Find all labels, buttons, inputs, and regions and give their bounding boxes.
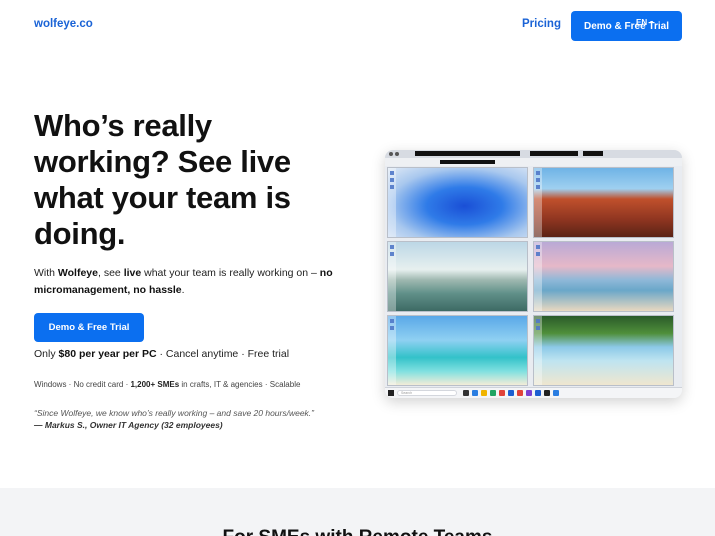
top-navigation: wolfeye.co Pricing Demo & Free Trial EN … (0, 0, 715, 52)
taskbar-app-icon (526, 390, 532, 396)
testimonial-author: — Markus S., Owner IT Agency (32 employe… (34, 420, 223, 430)
desktop-icons (388, 242, 396, 311)
facts-part: in crafts, IT & agencies · Scalable (179, 380, 301, 389)
taskbar-app-icon (499, 390, 505, 396)
taskbar-app-icon (463, 390, 469, 396)
browser-toolbar (385, 158, 682, 166)
price-emphasis: $80 per year per PC (58, 348, 157, 360)
window-button-icon (395, 152, 399, 156)
language-switcher[interactable]: EN ▾ (636, 14, 653, 30)
redacted-bar (440, 160, 495, 164)
logo-link[interactable]: wolfeye.co (34, 18, 93, 30)
taskbar-search: Search (397, 390, 457, 396)
boat-deck-tile (533, 167, 674, 238)
subtitle-part: . (181, 283, 185, 296)
taskbar-app-icon (490, 390, 496, 396)
language-label: EN (636, 17, 648, 27)
taskbar-app-icon (517, 390, 523, 396)
windows-start-icon (388, 390, 394, 396)
taskbar-app-icon (553, 390, 559, 396)
hero-subtitle: With Wolfeye, see live what your team is… (34, 265, 354, 298)
taskbar-app-icon (472, 390, 478, 396)
section-heading: For SMEs with Remote Teams (0, 527, 715, 536)
lake-sunrise-tile (387, 241, 528, 312)
hammock-beach-tile (533, 315, 674, 386)
hero-heading: Who’s really working? See live what your… (34, 108, 291, 251)
taskbar-app-icon (535, 390, 541, 396)
product-screenshot: Search (385, 150, 682, 398)
redacted-bar (415, 151, 520, 156)
desktop-icons (534, 316, 542, 385)
desktop-icons (388, 168, 396, 237)
subtitle-part: what your team is really working on – (141, 267, 320, 279)
windows-wallpaper-tile (387, 167, 528, 238)
brand-name: Wolfeye (57, 267, 98, 279)
desktop-icons (534, 242, 542, 311)
taskbar-app-icon (544, 390, 550, 396)
live-emphasis: live (123, 267, 142, 279)
window-title-bar (385, 150, 682, 158)
desktop-icons (388, 316, 396, 385)
smes-count: 1,200+ SMEs (130, 380, 180, 389)
subtitle-part: , see (98, 267, 124, 279)
window-button-icon (389, 152, 393, 156)
desktop-icons (534, 168, 542, 237)
pricing-part: · Cancel anytime · Free trial (156, 348, 290, 360)
taskbar-app-icon (481, 390, 487, 396)
pricing-part: Only (34, 348, 59, 360)
pricing-line: Only $80 per year per PC · Cancel anytim… (34, 348, 289, 360)
nav-demo-trial-button[interactable]: Demo & Free Trial (571, 11, 682, 41)
redacted-bar (583, 151, 603, 156)
testimonial-quote: “Since Wolfeye, we know who’s really wor… (34, 408, 315, 418)
redacted-bar (530, 151, 578, 156)
subtitle-part: With (34, 267, 58, 279)
facts-line: Windows · No credit card · 1,200+ SMEs i… (34, 380, 300, 389)
hero-demo-trial-button[interactable]: Demo & Free Trial (34, 313, 144, 342)
chevron-down-icon: ▾ (650, 19, 654, 26)
taskbar: Search (385, 387, 682, 398)
facts-part: Windows · No credit card · (34, 380, 131, 389)
beach-sunset-tile (533, 241, 674, 312)
pricing-link[interactable]: Pricing (522, 18, 561, 30)
tropical-lagoon-tile (387, 315, 528, 386)
taskbar-app-icon (508, 390, 514, 396)
